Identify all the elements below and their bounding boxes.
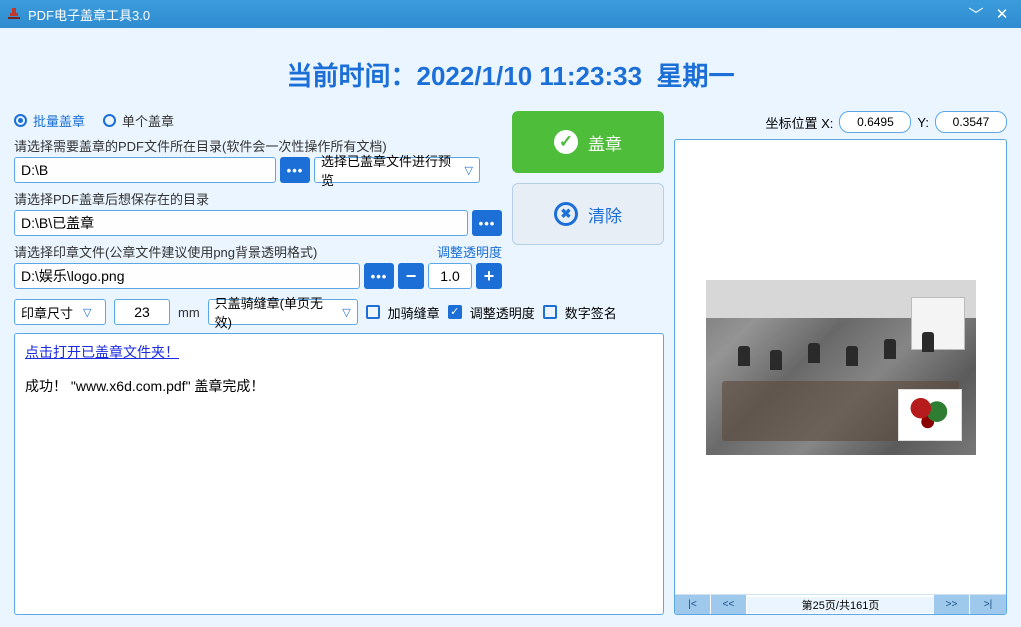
radio-batch-label[interactable]: 批量盖章 (33, 111, 85, 130)
preview-select[interactable]: 选择已盖章文件进行预览 ▽ (314, 157, 480, 183)
preview-select-label: 选择已盖章文件进行预览 (321, 151, 455, 189)
log-line: 成功！ "www.x6d.com.pdf" 盖章完成！ (25, 376, 653, 396)
nav-next-button[interactable]: >> (934, 595, 970, 614)
stamp-size-select[interactable]: 印章尺寸▽ (14, 299, 106, 325)
radio-single[interactable] (103, 114, 116, 127)
coord-y-label: Y: (917, 115, 929, 130)
cb-ride-seal[interactable] (366, 305, 380, 319)
stampfile-field[interactable] (14, 263, 360, 289)
clear-button-label: 清除 (588, 202, 622, 227)
stampfile-label: 请选择印章文件(公章文件建议使用png背景透明格式) 调整透明度 (14, 242, 502, 261)
stamp-size-value[interactable] (114, 299, 170, 325)
mm-label: mm (178, 305, 200, 320)
time-header: 当前时间：2022/1/10 11:23:33 星期一 (14, 56, 1007, 93)
stamp-overlay (898, 389, 962, 441)
cb-adjust-opacity-label[interactable]: 调整透明度 (470, 303, 535, 322)
adjust-opacity-link[interactable]: 调整透明度 (437, 242, 502, 261)
nav-prev-button[interactable]: << (711, 595, 747, 614)
cb-ride-seal-label[interactable]: 加骑缝章 (388, 303, 440, 322)
radio-batch[interactable] (14, 114, 27, 127)
cb-digital-sign[interactable] (543, 305, 557, 319)
nav-first-button[interactable]: |< (675, 595, 711, 614)
clear-button[interactable]: ✖ 清除 (512, 183, 664, 245)
inputdir-field[interactable] (14, 157, 276, 183)
options-row: 印章尺寸▽ mm 只盖骑缝章(单页无效)▽ 加骑缝章 调整透明度 数字签名 (14, 299, 664, 325)
chevron-down-icon: ▽ (465, 164, 473, 177)
time-value: 2022/1/10 11:23:33 (417, 61, 643, 91)
mode-radio-row: 批量盖章 单个盖章 (14, 111, 502, 130)
outputdir-browse-button[interactable]: ••• (472, 210, 502, 236)
coord-x-input[interactable] (839, 111, 911, 133)
stamp-button[interactable]: ✓ 盖章 (512, 111, 664, 173)
action-column: ✓ 盖章 ✖ 清除 (512, 111, 664, 245)
minimize-button[interactable]: ﹀ (963, 4, 989, 25)
chevron-down-icon: ▽ (342, 306, 350, 319)
ride-seal-select[interactable]: 只盖骑缝章(单页无效)▽ (208, 299, 358, 325)
opacity-plus-button[interactable]: + (476, 263, 502, 289)
titlebar: PDF电子盖章工具3.0 ﹀ ✕ (0, 0, 1021, 28)
outputdir-field[interactable] (14, 210, 468, 236)
open-folder-link[interactable]: 点击打开已盖章文件夹！ (25, 344, 179, 360)
nav-page-info: 第25页/共161页 (747, 597, 934, 613)
nav-last-button[interactable]: >| (970, 595, 1006, 614)
coord-x-label: 坐标位置 X: (766, 113, 834, 132)
coord-y-input[interactable] (935, 111, 1007, 133)
app-stamp-icon (6, 6, 22, 22)
preview-panel: |< << 第25页/共161页 >> >| (674, 139, 1007, 615)
radio-single-label[interactable]: 单个盖章 (122, 111, 174, 130)
inputdir-browse-button[interactable]: ••• (280, 157, 310, 183)
log-output: 点击打开已盖章文件夹！ 成功！ "www.x6d.com.pdf" 盖章完成！ (14, 333, 664, 615)
opacity-minus-button[interactable]: − (398, 263, 424, 289)
page-navbar: |< << 第25页/共161页 >> >| (675, 594, 1006, 614)
close-button[interactable]: ✕ (989, 5, 1015, 23)
preview-canvas[interactable] (675, 140, 1006, 594)
stamp-button-label: 盖章 (588, 130, 622, 155)
coord-row: 坐标位置 X: Y: (674, 111, 1007, 133)
right-column: 坐标位置 X: Y: |< << (674, 111, 1007, 615)
chevron-down-icon: ▽ (83, 306, 91, 319)
main-row: 批量盖章 单个盖章 请选择需要盖章的PDF文件所在目录(软件会一次性操作所有文档… (14, 111, 1007, 615)
stampfile-browse-button[interactable]: ••• (364, 263, 394, 289)
outputdir-label: 请选择PDF盖章后想保存在的目录 (14, 189, 502, 208)
content-area: 当前时间：2022/1/10 11:23:33 星期一 批量盖章 单个盖章 请选… (0, 28, 1021, 627)
cb-digital-sign-label[interactable]: 数字签名 (565, 303, 617, 322)
window-title: PDF电子盖章工具3.0 (28, 5, 963, 24)
time-weekday: 星期一 (657, 61, 735, 91)
preview-document-image (706, 280, 976, 455)
opacity-value[interactable] (428, 263, 472, 289)
clear-x-icon: ✖ (554, 202, 578, 226)
check-icon: ✓ (554, 130, 578, 154)
time-label: 当前时间： (286, 61, 416, 91)
left-column: 批量盖章 单个盖章 请选择需要盖章的PDF文件所在目录(软件会一次性操作所有文档… (14, 111, 664, 615)
cb-adjust-opacity[interactable] (448, 305, 462, 319)
